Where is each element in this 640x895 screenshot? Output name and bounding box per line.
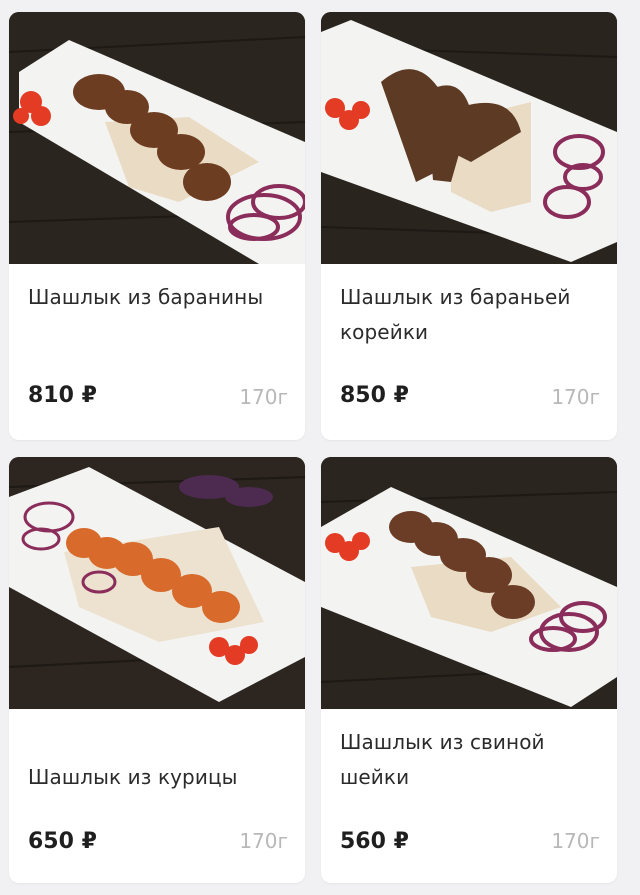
product-photo[interactable]	[9, 457, 305, 709]
product-price: 810 ₽	[28, 383, 97, 408]
product-weight: 170г	[551, 829, 600, 853]
product-card-chicken[interactable]: Шашлык из курицы 650 ₽ 170г	[9, 457, 305, 883]
product-price: 560 ₽	[340, 829, 409, 854]
product-photo[interactable]	[9, 12, 305, 264]
product-price: 650 ₽	[28, 829, 97, 854]
dish-image	[321, 457, 617, 709]
product-name: Шашлык из бараньей корейки	[340, 285, 571, 344]
product-card-lamb-rack[interactable]: Шашлык из бараньей корейки 850 ₽ 170г	[321, 12, 617, 440]
product-name: Шашлык из баранины	[28, 285, 264, 309]
product-card-lamb[interactable]: Шашлык из баранины 810 ₽ 170г	[9, 12, 305, 440]
product-name: Шашлык из курицы	[28, 765, 238, 789]
product-price: 850 ₽	[340, 383, 409, 408]
product-weight: 170г	[239, 829, 288, 853]
product-card-pork[interactable]: Шашлык из свиной шейки 560 ₽ 170г	[321, 457, 617, 883]
dish-image	[321, 12, 617, 264]
product-photo[interactable]	[321, 12, 617, 264]
product-weight: 170г	[239, 385, 288, 409]
product-name: Шашлык из свиной шейки	[340, 730, 545, 789]
dish-image	[9, 457, 305, 709]
product-weight: 170г	[551, 385, 600, 409]
product-grid: Шашлык из баранины 810 ₽ 170г Шашлык из …	[0, 0, 640, 895]
dish-image	[9, 12, 305, 264]
product-photo[interactable]	[321, 457, 617, 709]
